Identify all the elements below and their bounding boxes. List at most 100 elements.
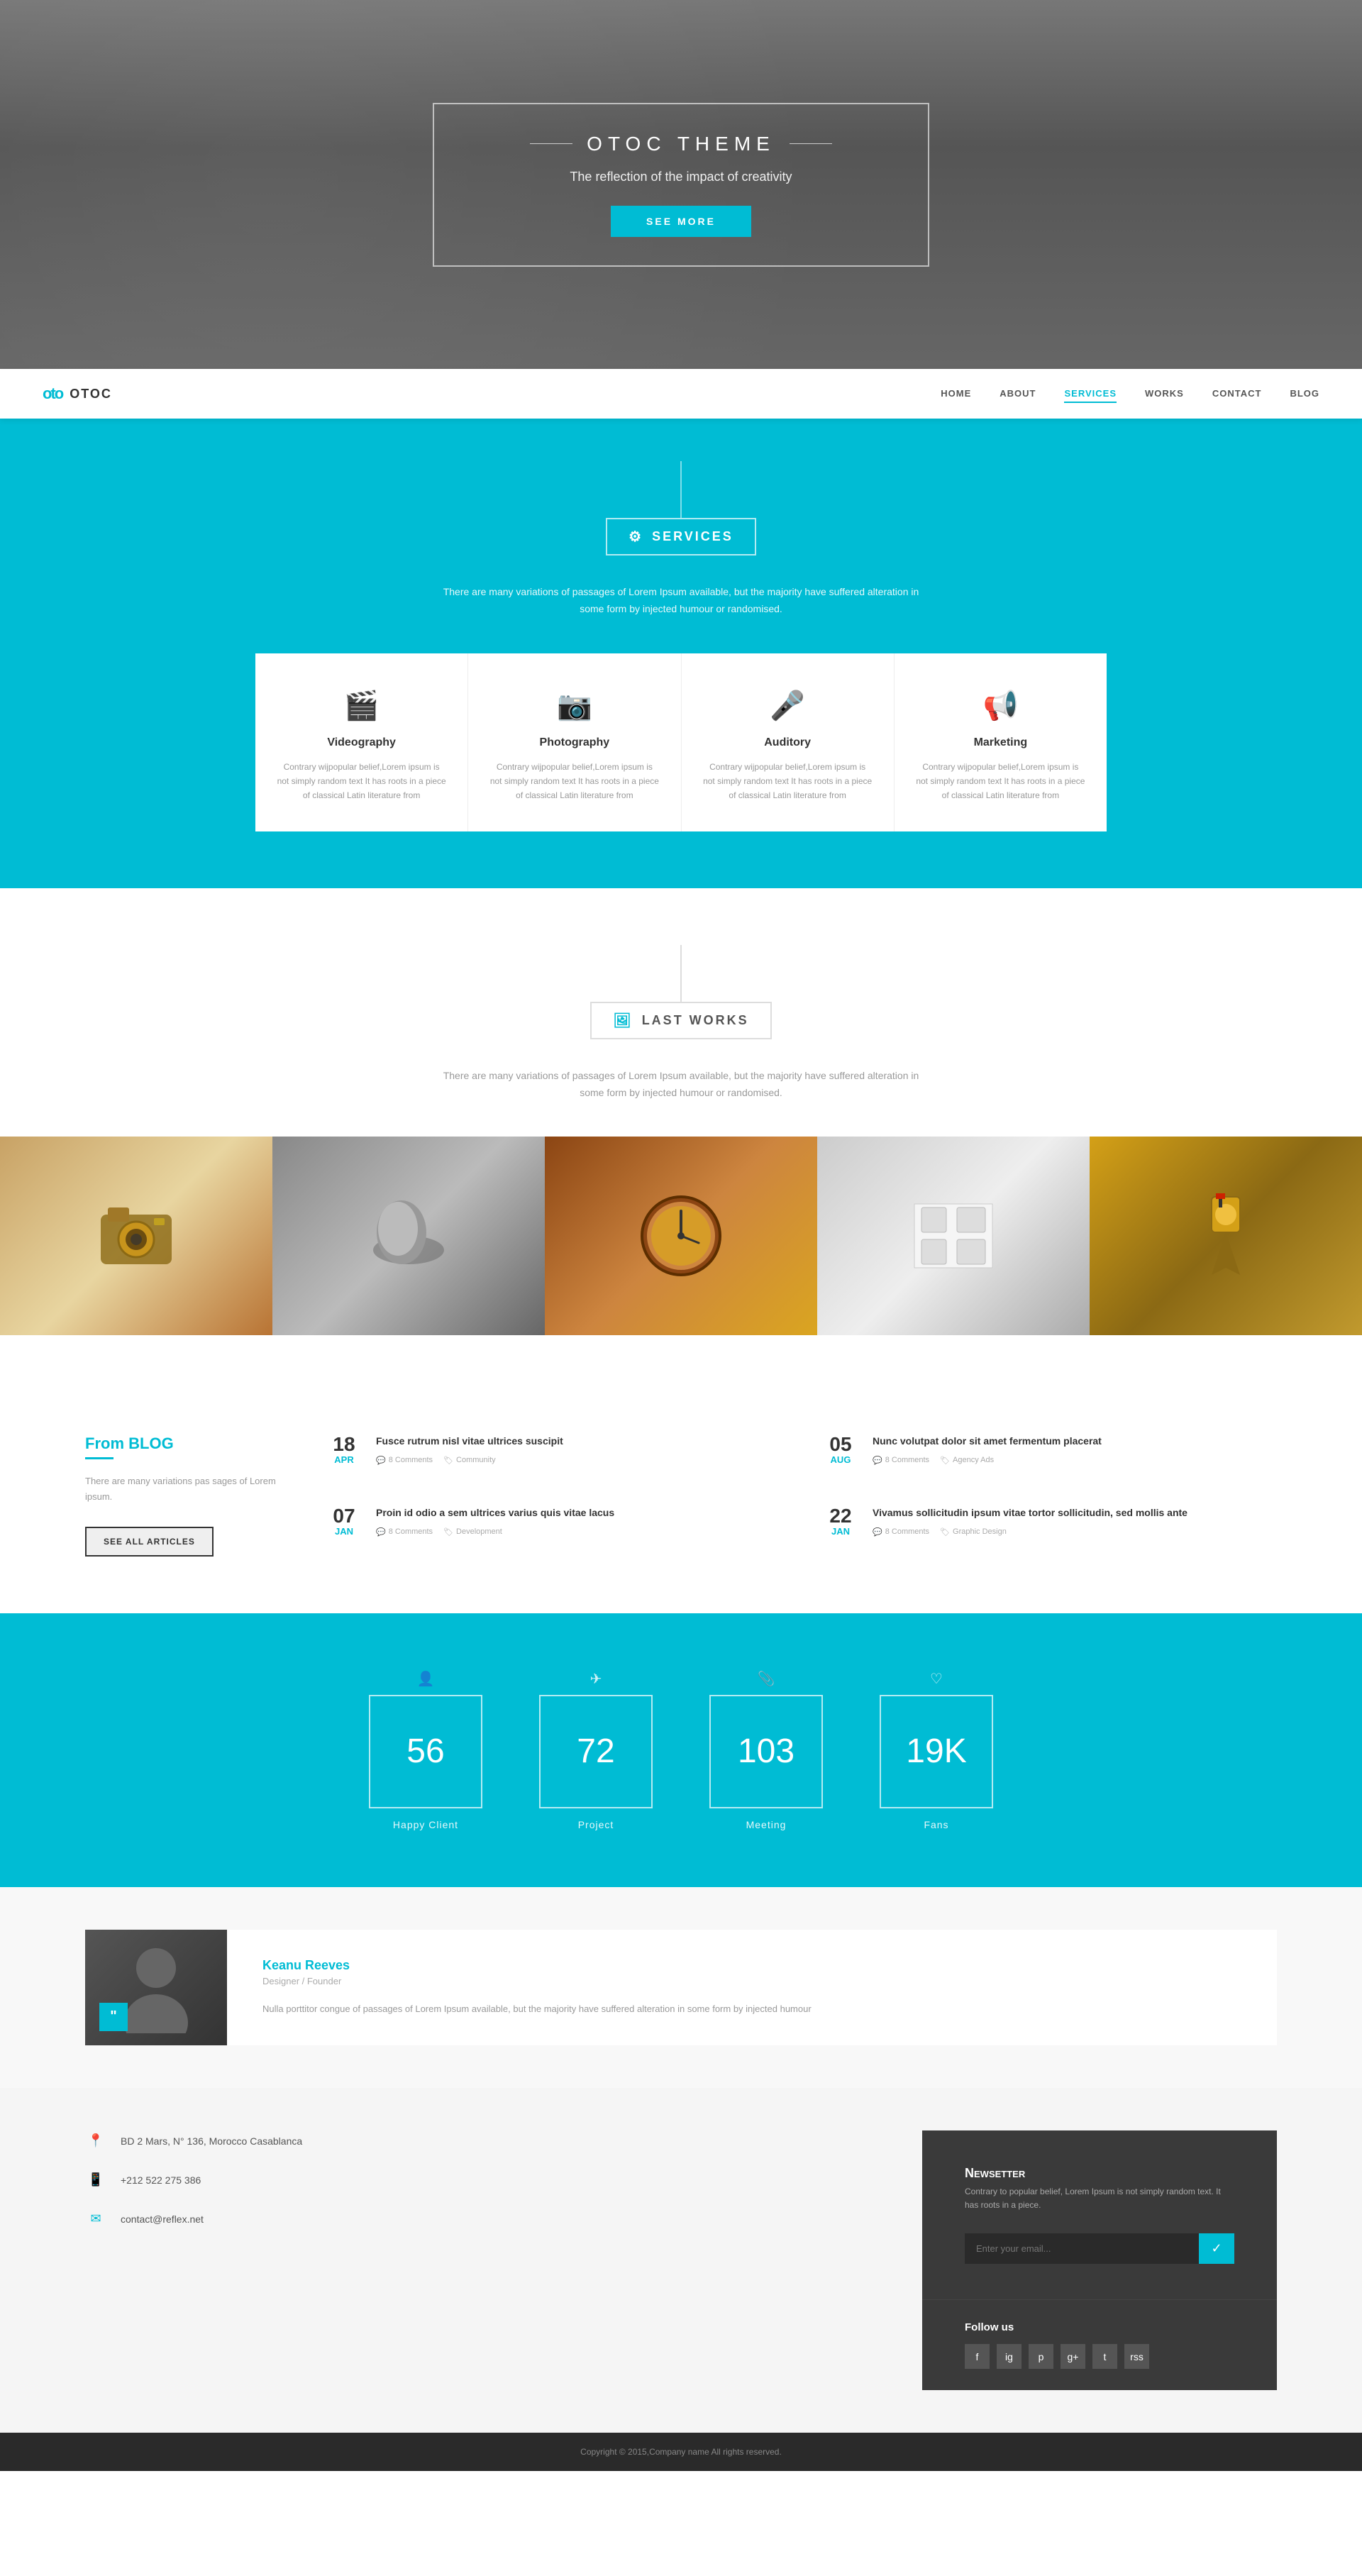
- see-all-articles-button[interactable]: SEE ALL ARTICLES: [85, 1527, 214, 1557]
- footer-contact: 📍 BD 2 Mars, N° 136, Morocco Casablanca …: [85, 2130, 461, 2390]
- gallery-item-3[interactable]: [545, 1137, 817, 1335]
- blog-post-2-date: 05 AUG: [823, 1435, 858, 1485]
- blog-post-2-content: Nunc volutpat dolor sit amet fermentum p…: [873, 1435, 1102, 1485]
- hero-cta-button[interactable]: SEE MORE: [611, 206, 751, 237]
- services-header: ⚙ SERVICES: [0, 461, 1362, 555]
- stat-meeting: 📎 103 Meeting: [709, 1670, 823, 1830]
- stat-project: ✈ 72 Project: [539, 1670, 653, 1830]
- videography-desc: Contrary wijpopular belief,Lorem ipsum i…: [277, 760, 446, 803]
- blog-post-3-content: Proin id odio a sem ultrices varius quis…: [376, 1506, 614, 1557]
- services-line: [680, 461, 682, 518]
- blog-post-1-comments: 💬 8 Comments: [376, 1456, 433, 1465]
- social-facebook[interactable]: f: [965, 2344, 990, 2369]
- stat-client-number: 56: [406, 1732, 444, 1771]
- newsletter-desc: Contrary to popular belief, Lorem Ipsum …: [965, 2185, 1234, 2212]
- nav-item-contact[interactable]: CONTACT: [1212, 387, 1262, 400]
- hero-content: OTOC THEME The reflection of the impact …: [433, 103, 929, 267]
- social-twitter[interactable]: t: [1092, 2344, 1117, 2369]
- gallery-item-4[interactable]: [817, 1137, 1090, 1335]
- newsletter-submit-button[interactable]: ✓: [1199, 2233, 1234, 2264]
- stat-project-number: 72: [577, 1732, 614, 1771]
- services-title-icon: ⚙: [629, 528, 643, 546]
- services-section: ⚙ SERVICES There are many variations of …: [0, 419, 1362, 888]
- stat-fans-label: Fans: [880, 1819, 993, 1830]
- stat-meeting-icon: 📎: [709, 1670, 823, 1688]
- phone-icon: 📱: [85, 2169, 106, 2191]
- email-icon: ✉: [85, 2209, 106, 2230]
- newsletter-section: Newsetter Contrary to popular belief, Lo…: [922, 2130, 1277, 2299]
- blog-post-2-day: 05: [823, 1435, 858, 1454]
- photography-desc: Contrary wijpopular belief,Lorem ipsum i…: [489, 760, 659, 803]
- service-card-videography: 🎬 Videography Contrary wijpopular belief…: [255, 653, 468, 831]
- nav-item-blog[interactable]: BLOG: [1290, 387, 1319, 400]
- stat-fans-icon: ♡: [880, 1670, 993, 1688]
- works-line: [680, 945, 682, 1002]
- nav-item-home[interactable]: HOME: [941, 387, 971, 400]
- gallery-placeholder-3: [545, 1137, 817, 1335]
- gallery-item-5[interactable]: [1090, 1137, 1362, 1335]
- social-instagram[interactable]: ig: [997, 2344, 1022, 2369]
- footer-spacer: [504, 2130, 880, 2390]
- gallery-placeholder-2: [272, 1137, 545, 1335]
- avatar-silhouette: [121, 1941, 192, 2033]
- works-description: There are many variations of passages of…: [433, 1068, 929, 1102]
- stat-meeting-number: 103: [738, 1732, 794, 1771]
- nav-item-services[interactable]: SERVICES: [1064, 387, 1117, 400]
- stat-project-label: Project: [539, 1819, 653, 1830]
- stat-client-label: Happy Client: [369, 1819, 482, 1830]
- blog-post-3-day: 07: [326, 1506, 362, 1526]
- nav-item-about[interactable]: ABOUT: [1000, 387, 1036, 400]
- quote-icon: ": [99, 2003, 128, 2031]
- nav-link-works[interactable]: WORKS: [1145, 388, 1184, 399]
- logo-icon: oto: [43, 385, 62, 403]
- works-title-icon: 🖼: [613, 1012, 633, 1029]
- blog-post-4-title[interactable]: Vivamus sollicitudin ipsum vitae tortor …: [873, 1506, 1187, 1520]
- blog-post-2-meta: 💬 8 Comments 🏷 Agency Ads: [873, 1456, 1102, 1465]
- auditory-icon: 🎤: [703, 689, 873, 722]
- social-rss[interactable]: rss: [1124, 2344, 1149, 2369]
- newsletter-title: Newsetter: [965, 2166, 1234, 2181]
- auditory-title: Auditory: [703, 736, 873, 749]
- nav-link-contact[interactable]: CONTACT: [1212, 388, 1262, 399]
- social-googleplus[interactable]: g+: [1061, 2344, 1085, 2369]
- blog-post-1-month: APR: [326, 1454, 362, 1465]
- nav-link-services[interactable]: SERVICES: [1064, 388, 1117, 403]
- blog-post-1-day: 18: [326, 1435, 362, 1454]
- stat-happy-client: 👤 56 Happy Client: [369, 1670, 482, 1830]
- nav-item-works[interactable]: WORKS: [1145, 387, 1184, 400]
- blog-sidebar-desc: There are many variations pas sages of L…: [85, 1474, 284, 1505]
- service-card-marketing: 📢 Marketing Contrary wijpopular belief,L…: [895, 653, 1107, 831]
- blog-posts-grid: 18 APR Fusce rutrum nisl vitae ultrices …: [326, 1435, 1277, 1556]
- clock-illustration: [638, 1193, 724, 1278]
- stats-section: 👤 56 Happy Client ✈ 72 Project 📎 103 Mee…: [0, 1613, 1362, 1887]
- social-pinterest[interactable]: p: [1029, 2344, 1053, 2369]
- videography-title: Videography: [277, 736, 446, 749]
- blog-title: BLOG: [128, 1435, 174, 1452]
- blog-post-2-title[interactable]: Nunc volutpat dolor sit amet fermentum p…: [873, 1435, 1102, 1449]
- testimonial-content: Keanu Reeves Designer / Founder Nulla po…: [227, 1930, 1277, 2045]
- works-gallery: [0, 1137, 1362, 1335]
- testimonial-section: " Keanu Reeves Designer / Founder Nulla …: [0, 1887, 1362, 2088]
- nav-logo: oto OTOC: [43, 385, 112, 403]
- sketch-illustration: [911, 1200, 996, 1271]
- footer-main: 📍 BD 2 Mars, N° 136, Morocco Casablanca …: [0, 2088, 1362, 2433]
- nav-link-about[interactable]: ABOUT: [1000, 388, 1036, 399]
- works-title-box: 🖼 LAST WORKS: [590, 1002, 771, 1039]
- stat-meeting-label: Meeting: [709, 1819, 823, 1830]
- gallery-placeholder-5: [1090, 1137, 1362, 1335]
- blog-post-4-meta: 💬 8 Comments 🏷 Graphic Design: [873, 1527, 1187, 1537]
- gallery-placeholder-4: [817, 1137, 1090, 1335]
- footer-phone-item: 📱 +212 522 275 386: [85, 2169, 461, 2191]
- blog-post-1-title[interactable]: Fusce rutrum nisl vitae ultrices suscipi…: [376, 1435, 563, 1449]
- blog-post-3-title[interactable]: Proin id odio a sem ultrices varius quis…: [376, 1506, 614, 1520]
- gallery-item-1[interactable]: [0, 1137, 272, 1335]
- services-description: There are many variations of passages of…: [433, 584, 929, 618]
- blog-post-1-date: 18 APR: [326, 1435, 362, 1485]
- stat-client-box: 56: [369, 1695, 482, 1808]
- service-card-photography: 📷 Photography Contrary wijpopular belief…: [468, 653, 681, 831]
- service-card-auditory: 🎤 Auditory Contrary wijpopular belief,Lo…: [682, 653, 895, 831]
- nav-link-home[interactable]: HOME: [941, 388, 971, 399]
- gallery-item-2[interactable]: [272, 1137, 545, 1335]
- nav-link-blog[interactable]: BLOG: [1290, 388, 1319, 399]
- newsletter-email-input[interactable]: [965, 2233, 1234, 2264]
